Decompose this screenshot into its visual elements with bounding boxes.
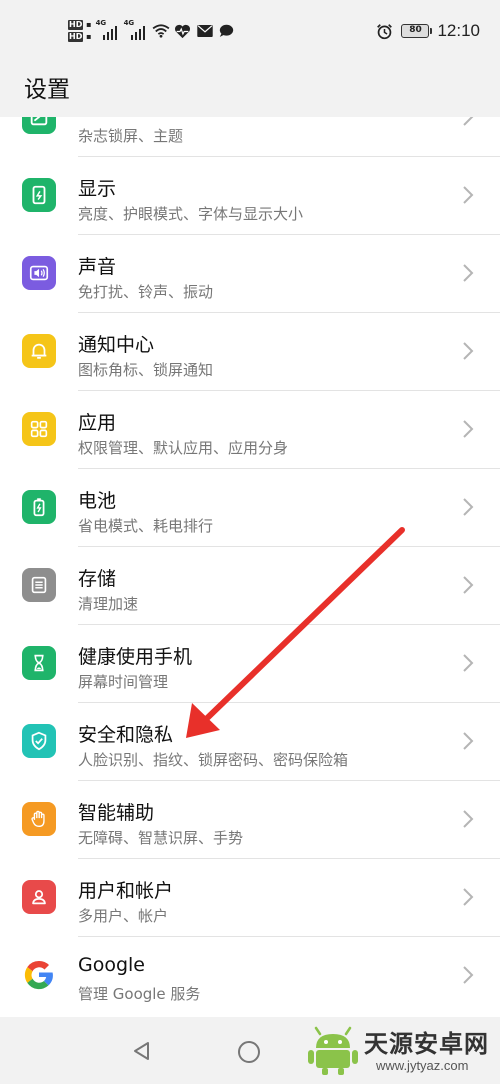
settings-item-home-screen[interactable]: 杂志锁屏、主题 — [0, 117, 500, 157]
wallpaper-icon — [22, 117, 56, 134]
mail-icon — [196, 22, 214, 40]
settings-item-subtitle: 免打扰、铃声、振动 — [78, 283, 214, 301]
settings-item-digital-balance[interactable]: 健康使用手机 屏幕时间管理 — [0, 625, 500, 703]
android-robot-logo-icon — [308, 1026, 358, 1075]
display-icon — [22, 178, 56, 212]
status-right: 80 12:10 — [375, 18, 480, 44]
settings-item-notifications[interactable]: 通知中心 图标角标、锁屏通知 — [0, 313, 500, 391]
settings-item-google[interactable]: Google 管理 Google 服务 — [0, 937, 500, 1015]
settings-item-apps[interactable]: 应用 权限管理、默认应用、应用分身 — [0, 391, 500, 469]
watermark-name: 天源安卓网 — [364, 1030, 489, 1058]
chevron-right-icon — [463, 810, 474, 828]
settings-item-subtitle: 管理 Google 服务 — [78, 985, 201, 1003]
bell-icon — [22, 334, 56, 368]
home-circle-icon[interactable] — [238, 1041, 260, 1063]
hand-icon — [22, 802, 56, 836]
wifi-icon — [152, 22, 170, 40]
back-triangle-icon[interactable] — [132, 1041, 152, 1061]
watermark-url: www.jytyaz.com — [376, 1058, 469, 1073]
settings-item-subtitle: 杂志锁屏、主题 — [78, 127, 184, 145]
settings-item-security-privacy[interactable]: 安全和隐私 人脸识别、指纹、锁屏密码、密码保险箱 — [0, 703, 500, 781]
hourglass-icon — [22, 646, 56, 680]
chevron-right-icon — [463, 420, 474, 438]
signal-4g-icon-2: 4G — [124, 19, 148, 40]
hd-badge-1: HD ▪ — [68, 20, 92, 30]
clock-time: 12:10 — [437, 21, 480, 40]
chevron-right-icon — [463, 576, 474, 594]
settings-item-title: 存储 — [78, 568, 117, 590]
settings-item-subtitle: 多用户、帐户 — [78, 907, 169, 925]
settings-item-subtitle: 清理加速 — [78, 595, 139, 613]
settings-item-title: 显示 — [78, 178, 117, 200]
storage-icon — [22, 568, 56, 602]
chevron-right-icon — [463, 117, 474, 126]
settings-item-subtitle: 屏幕时间管理 — [78, 673, 169, 691]
settings-item-subtitle: 无障碍、智慧识屏、手势 — [78, 829, 244, 847]
settings-item-title: 声音 — [78, 256, 117, 278]
status-bar: HD ▪ HD ▪ 4G 4G 80 12:10 — [0, 0, 500, 62]
settings-item-storage[interactable]: 存储 清理加速 — [0, 547, 500, 625]
settings-item-title: 智能辅助 — [78, 802, 155, 824]
settings-item-subtitle: 权限管理、默认应用、应用分身 — [78, 439, 289, 457]
settings-item-subtitle: 亮度、护眼模式、字体与显示大小 — [78, 205, 304, 223]
battery-icon — [22, 490, 56, 524]
settings-item-users-accounts[interactable]: 用户和帐户 多用户、帐户 — [0, 859, 500, 937]
settings-item-title: 应用 — [78, 412, 117, 434]
battery-indicator: 80 — [401, 24, 433, 38]
chevron-right-icon — [463, 342, 474, 360]
chevron-right-icon — [463, 186, 474, 204]
settings-item-sound[interactable]: 声音 免打扰、铃声、振动 — [0, 235, 500, 313]
hd-badge-2: HD ▪ — [68, 32, 92, 42]
heart-rate-icon — [174, 22, 192, 40]
chevron-right-icon — [463, 966, 474, 984]
chevron-right-icon — [463, 888, 474, 906]
alarm-clock-icon — [375, 22, 393, 40]
app-header: 设置 — [0, 62, 500, 117]
hd-indicators: HD ▪ HD ▪ — [68, 20, 92, 42]
settings-item-title: 用户和帐户 — [78, 880, 174, 902]
page-title: 设置 — [24, 77, 70, 103]
settings-list[interactable]: 杂志锁屏、主题 显示 亮度、护眼模式、字体与显示大小 声音 免打扰、铃声、振动 … — [0, 117, 500, 1017]
settings-item-display[interactable]: 显示 亮度、护眼模式、字体与显示大小 — [0, 157, 500, 235]
google-icon — [22, 958, 56, 992]
settings-item-subtitle: 省电模式、耗电排行 — [78, 517, 214, 535]
settings-item-subtitle: 图标角标、锁屏通知 — [78, 361, 214, 379]
chevron-right-icon — [463, 732, 474, 750]
settings-item-title: 通知中心 — [78, 334, 155, 356]
settings-item-smart-assistance[interactable]: 智能辅助 无障碍、智慧识屏、手势 — [0, 781, 500, 859]
settings-item-title: 健康使用手机 — [78, 646, 193, 668]
settings-item-title: Google — [78, 954, 146, 976]
chat-bubble-icon — [218, 22, 236, 40]
speaker-icon — [22, 256, 56, 290]
user-icon — [22, 880, 56, 914]
chevron-right-icon — [463, 264, 474, 282]
settings-item-subtitle: 人脸识别、指纹、锁屏密码、密码保险箱 — [78, 751, 349, 769]
settings-item-title: 安全和隐私 — [78, 724, 174, 746]
watermark: 天源安卓网 www.jytyaz.com — [306, 1022, 500, 1082]
signal-4g-icon: 4G — [96, 19, 120, 40]
settings-item-battery[interactable]: 电池 省电模式、耗电排行 — [0, 469, 500, 547]
chevron-right-icon — [463, 654, 474, 672]
shield-icon — [22, 724, 56, 758]
apps-grid-icon — [22, 412, 56, 446]
status-left: HD ▪ HD ▪ 4G 4G — [68, 16, 236, 46]
chevron-right-icon — [463, 498, 474, 516]
settings-item-title: 电池 — [78, 490, 117, 512]
